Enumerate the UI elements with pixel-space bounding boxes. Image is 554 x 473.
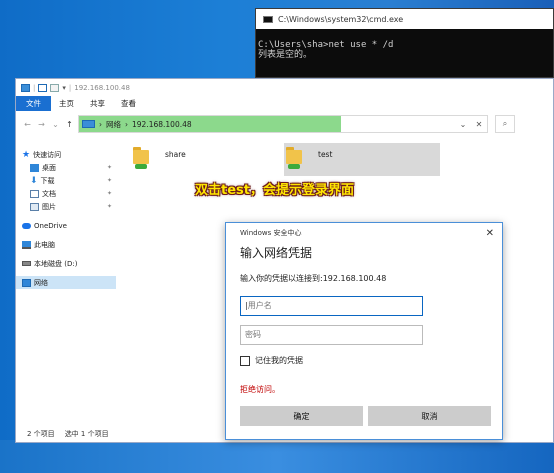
- sidebar-item-label: 网络: [34, 278, 48, 287]
- tab-view[interactable]: 查看: [113, 96, 144, 111]
- forward-arrow-icon[interactable]: →: [36, 120, 47, 129]
- password-field[interactable]: 密码: [240, 325, 423, 345]
- desktop-background: [0, 440, 554, 473]
- item-count: 2 个项目: [27, 429, 55, 438]
- sidebar-item-network[interactable]: 网络: [16, 276, 116, 289]
- error-message: 拒绝访问。: [240, 385, 280, 394]
- ok-button[interactable]: 确定: [240, 406, 363, 426]
- cmd-line: 列表是空的。: [258, 50, 313, 60]
- ribbon-tabs: 文件 主页 共享 查看: [16, 96, 553, 111]
- download-icon: ⬇: [30, 175, 38, 186]
- breadcrumb-host[interactable]: 192.168.100.48: [132, 120, 192, 129]
- pin-icon[interactable]: ✦: [107, 190, 112, 197]
- dialog-heading: 输入网络凭据: [240, 246, 313, 260]
- network-folder-icon: [286, 146, 304, 169]
- cancel-button[interactable]: 取消: [368, 406, 491, 426]
- remember-label: 记住我的凭据: [255, 356, 303, 365]
- navigation-bar: ← → ⌄ ↑ › 网络 › 192.168.100.48 ⌄ ✕ ⌕: [16, 114, 553, 134]
- username-placeholder: 用户名: [247, 301, 272, 310]
- sidebar-item-this-pc[interactable]: 此电脑: [16, 238, 116, 251]
- pin-icon[interactable]: ✦: [107, 164, 112, 171]
- pin-icon[interactable]: ✦: [107, 203, 112, 210]
- list-item[interactable]: test: [284, 143, 440, 176]
- separator-icon: |: [33, 83, 36, 92]
- sidebar-item-label: 下载: [40, 176, 55, 185]
- sidebar-item-label: OneDrive: [34, 221, 67, 230]
- network-icon: [22, 278, 31, 287]
- breadcrumb-separator-icon: ›: [125, 119, 128, 129]
- breadcrumb-network[interactable]: 网络: [106, 119, 121, 130]
- sidebar-item-label: 此电脑: [34, 240, 55, 249]
- star-icon: ★: [22, 149, 31, 160]
- computer-icon: [22, 240, 31, 249]
- breadcrumb: › 网络 › 192.168.100.48: [79, 119, 192, 130]
- password-placeholder: 密码: [245, 330, 261, 339]
- remember-checkbox[interactable]: [240, 355, 250, 366]
- credential-dialog[interactable]: Windows 安全中心 ✕ 输入网络凭据 输入你的凭据以连接到:192.168…: [225, 222, 503, 440]
- sidebar-item-onedrive[interactable]: OneDrive: [16, 219, 116, 232]
- item-name: test: [318, 150, 333, 159]
- network-icon: [82, 120, 95, 128]
- cmd-icon: [263, 15, 273, 23]
- sidebar-item-label: 本地磁盘 (D:): [34, 259, 78, 268]
- dialog-window-title: Windows 安全中心: [240, 229, 302, 237]
- address-bar[interactable]: › 网络 › 192.168.100.48 ⌄ ✕: [78, 115, 488, 133]
- sidebar-item-label: 文档: [42, 189, 56, 198]
- back-arrow-icon[interactable]: ←: [22, 120, 33, 129]
- document-icon: [30, 189, 39, 198]
- cmd-window[interactable]: C:\Windows\system32\cmd.exe C:\Users\sha…: [255, 8, 554, 78]
- sidebar-item-downloads[interactable]: ⬇ 下载 ✦: [16, 174, 116, 187]
- sidebar-item-quick-access[interactable]: ★ 快速访问: [16, 148, 116, 161]
- dialog-description: 输入你的凭据以连接到:192.168.100.48: [240, 274, 387, 283]
- network-folder-icon: [133, 146, 151, 169]
- up-arrow-icon[interactable]: ↑: [64, 120, 75, 129]
- tab-home[interactable]: 主页: [51, 96, 82, 111]
- separator-icon: |: [68, 83, 72, 92]
- sidebar-item-pictures[interactable]: 图片 ✦: [16, 200, 116, 213]
- sidebar-item-documents[interactable]: 文档 ✦: [16, 187, 116, 200]
- new-document-icon[interactable]: [50, 83, 60, 92]
- sidebar-item-desktop[interactable]: 桌面 ✦: [16, 161, 116, 174]
- search-icon[interactable]: ⌕: [495, 115, 515, 133]
- list-item[interactable]: share: [133, 146, 283, 178]
- tab-share[interactable]: 共享: [82, 96, 113, 111]
- desktop-icon: [30, 163, 39, 172]
- breadcrumb-separator-icon: ›: [99, 119, 102, 129]
- address-dropdown-icon[interactable]: ⌄: [455, 120, 471, 129]
- annotation-text: 双击test，会提示登录界面: [195, 183, 354, 198]
- cmd-output[interactable]: C:\Users\sha>net use * /d 列表是空的。: [256, 29, 553, 60]
- picture-icon: [30, 202, 39, 211]
- sidebar-item-label: 快速访问: [33, 150, 62, 159]
- dropdown-icon[interactable]: ▾: [62, 84, 66, 92]
- cmd-titlebar[interactable]: C:\Windows\system32\cmd.exe: [256, 9, 553, 29]
- properties-icon[interactable]: [38, 83, 48, 92]
- pin-icon[interactable]: ✦: [107, 177, 112, 184]
- remember-credentials[interactable]: 记住我的凭据: [240, 355, 502, 366]
- cloud-icon: [22, 222, 31, 229]
- selection-count: 选中 1 个项目: [64, 429, 109, 438]
- drive-icon: [22, 261, 31, 266]
- network-icon: [21, 83, 30, 92]
- close-icon[interactable]: ✕: [486, 228, 494, 239]
- cmd-line: C:\Users\sha>net use * /d: [258, 40, 394, 50]
- sidebar-item-label: 桌面: [42, 163, 56, 172]
- sidebar-item-local-disk[interactable]: 本地磁盘 (D:): [16, 257, 116, 270]
- username-field[interactable]: |用户名: [240, 296, 423, 316]
- sidebar-item-label: 图片: [42, 202, 56, 211]
- recent-chevron-icon[interactable]: ⌄: [50, 120, 61, 129]
- cmd-title: C:\Windows\system32\cmd.exe: [278, 14, 404, 24]
- clear-icon[interactable]: ✕: [471, 120, 487, 129]
- status-bar: 2 个项目 选中 1 个项目: [16, 425, 109, 442]
- tab-file[interactable]: 文件: [16, 96, 51, 111]
- item-name: share: [165, 150, 186, 159]
- explorer-titlebar[interactable]: | ▾ | 192.168.100.48: [16, 79, 553, 96]
- navigation-pane: ★ 快速访问 桌面 ✦ ⬇ 下载 ✦ 文档 ✦ 图片 ✦ OneDrive 此电…: [16, 148, 116, 418]
- window-title: 192.168.100.48: [74, 83, 130, 92]
- dialog-titlebar[interactable]: Windows 安全中心 ✕: [226, 223, 502, 243]
